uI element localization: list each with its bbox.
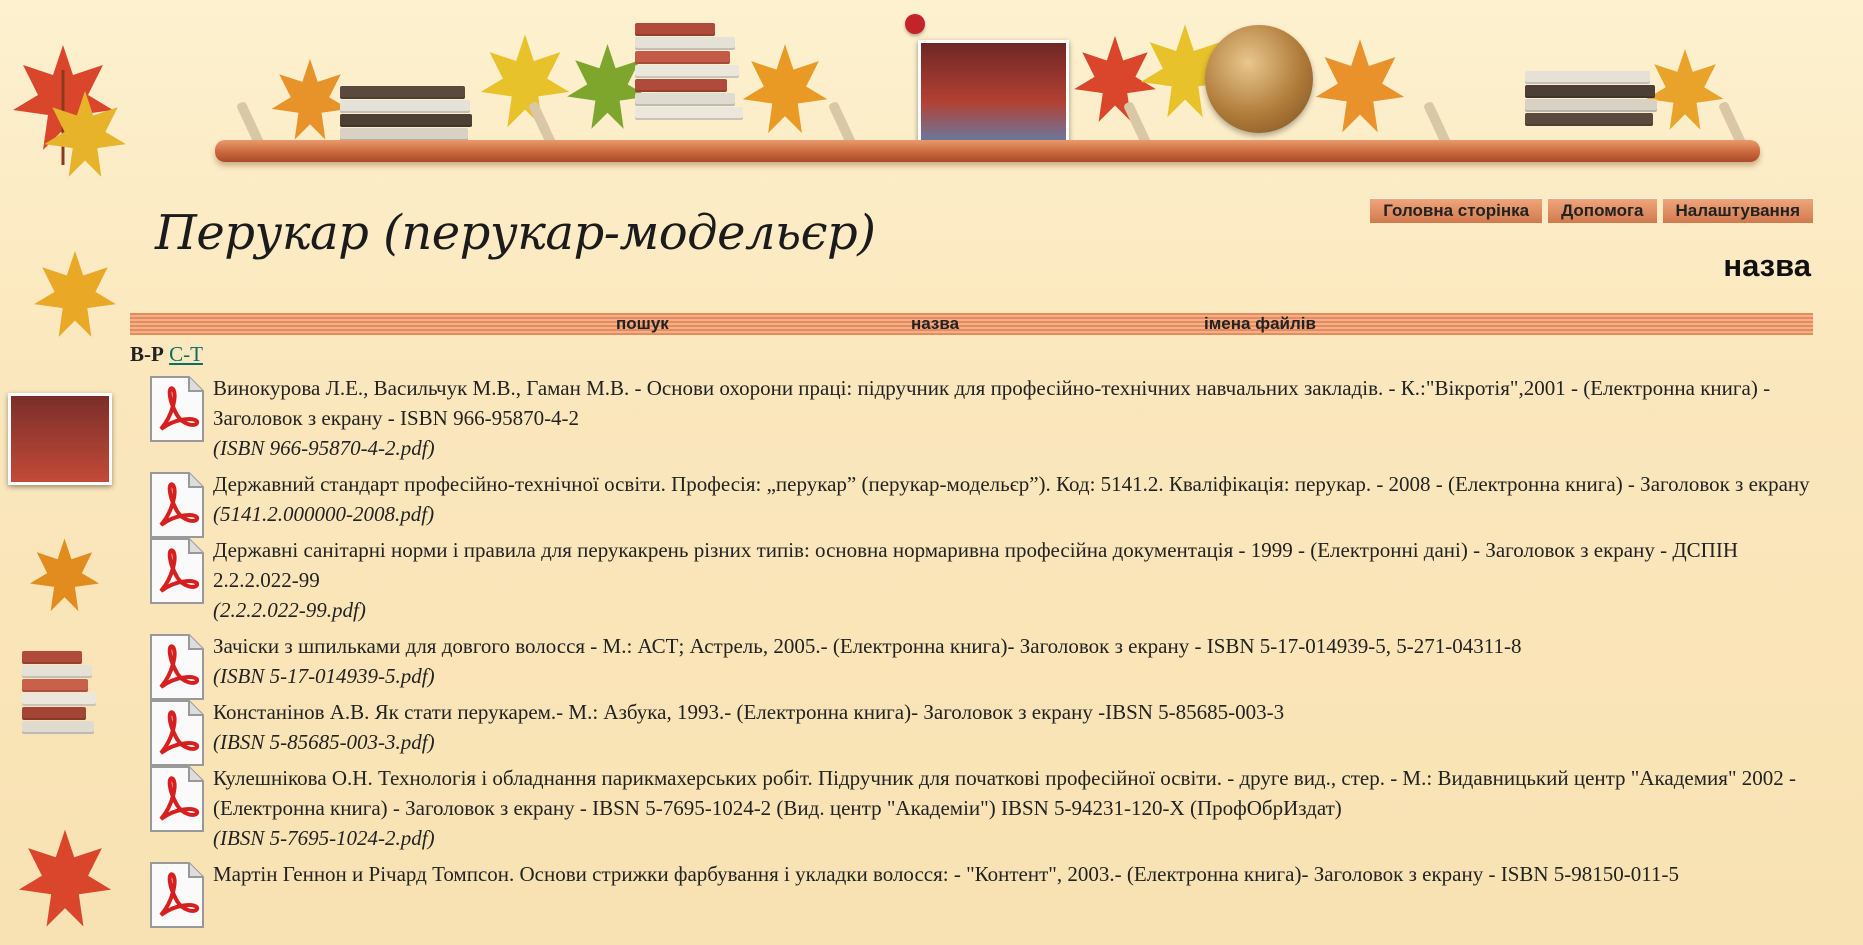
globe-icon <box>1205 25 1313 133</box>
nav-help-button[interactable]: Допомога <box>1548 198 1657 223</box>
letter-range-link[interactable]: С-Т <box>169 342 203 366</box>
list-item: Мартін Геннон и Річард Томпсон. Основи с… <box>143 859 1813 928</box>
document-list: Винокурова Л.Е., Васильчук М.В., Гаман М… <box>143 373 1813 928</box>
books-icon <box>635 22 745 120</box>
section-label: назва <box>1723 248 1811 283</box>
books-icon <box>1525 70 1665 126</box>
bookshelf <box>215 140 1760 162</box>
maple-leaf-icon <box>742 44 828 134</box>
tab-title[interactable]: назва <box>911 313 959 335</box>
list-item: Констанінов А.В. Як стати перукарем.- М.… <box>143 697 1813 766</box>
list-item: Зачіски з шпильками для довгого волосся … <box>143 631 1813 700</box>
item-description[interactable]: Констанінов А.В. Як стати перукарем.- М.… <box>213 700 1284 724</box>
letter-range-nav: В-Р С-Т <box>130 342 203 367</box>
item-description[interactable]: Державні санітарні норми і правила для п… <box>213 538 1738 592</box>
item-description[interactable]: Мартін Геннон и Річард Томпсон. Основи с… <box>213 862 1679 886</box>
item-filename: (IBSN 5-7695-1024-2.pdf) <box>213 826 435 850</box>
books-icon <box>340 85 480 141</box>
pdf-file-icon[interactable] <box>143 537 207 607</box>
browse-tabbar: пошук назва імена файлів <box>130 313 1813 335</box>
item-description[interactable]: Винокурова Л.Е., Васильчук М.В., Гаман М… <box>213 376 1770 430</box>
list-item: Кулешнікова О.Н. Технологія і обладнання… <box>143 763 1813 853</box>
pdf-file-icon[interactable] <box>143 765 207 835</box>
pushpin-icon <box>905 14 925 34</box>
tab-filenames[interactable]: імена файлів <box>1204 313 1316 335</box>
current-letter-range: В-Р <box>130 342 164 366</box>
item-filename: (2.2.2.022-99.pdf) <box>213 598 366 622</box>
pdf-file-icon[interactable] <box>143 375 207 445</box>
list-item: Винокурова Л.Е., Васильчук М.В., Гаман М… <box>143 373 1813 463</box>
left-decoration <box>0 0 130 945</box>
maple-leaf-icon <box>44 90 126 177</box>
maple-leaf-icon <box>1315 39 1405 133</box>
list-item: Державні санітарні норми і правила для п… <box>143 535 1813 625</box>
maple-leaf-icon <box>34 250 116 337</box>
maple-leaf-icon <box>29 538 100 612</box>
pdf-file-icon[interactable] <box>143 471 207 541</box>
item-description[interactable]: Кулешнікова О.Н. Технологія і обладнання… <box>213 766 1796 820</box>
maple-leaf-icon <box>18 829 112 927</box>
photo-thumbnail <box>8 393 112 485</box>
banner-photo <box>918 40 1069 153</box>
item-description[interactable]: Зачіски з шпильками для довгого волосся … <box>213 634 1521 658</box>
item-description[interactable]: Державний стандарт професійно-технічної … <box>213 472 1810 496</box>
item-filename: (IBSN 5-85685-003-3.pdf) <box>213 730 435 754</box>
books-icon <box>22 650 102 734</box>
item-filename: (5141.2.000000-2008.pdf) <box>213 502 435 526</box>
tab-search[interactable]: пошук <box>616 313 669 335</box>
item-filename: (ISBN 966-95870-4-2.pdf) <box>213 436 435 460</box>
top-navigation: Головна сторінка Допомога Налаштування <box>1370 198 1813 223</box>
pdf-file-icon[interactable] <box>143 633 207 703</box>
pdf-file-icon[interactable] <box>143 861 207 931</box>
page-title: Перукар (перукар-модельєр) <box>155 205 876 261</box>
item-filename: (ISBN 5-17-014939-5.pdf) <box>213 664 435 688</box>
pdf-file-icon[interactable] <box>143 699 207 769</box>
nav-home-button[interactable]: Головна сторінка <box>1370 198 1543 223</box>
list-item: Державний стандарт професійно-технічної … <box>143 469 1813 538</box>
nav-settings-button[interactable]: Налаштування <box>1662 198 1813 223</box>
